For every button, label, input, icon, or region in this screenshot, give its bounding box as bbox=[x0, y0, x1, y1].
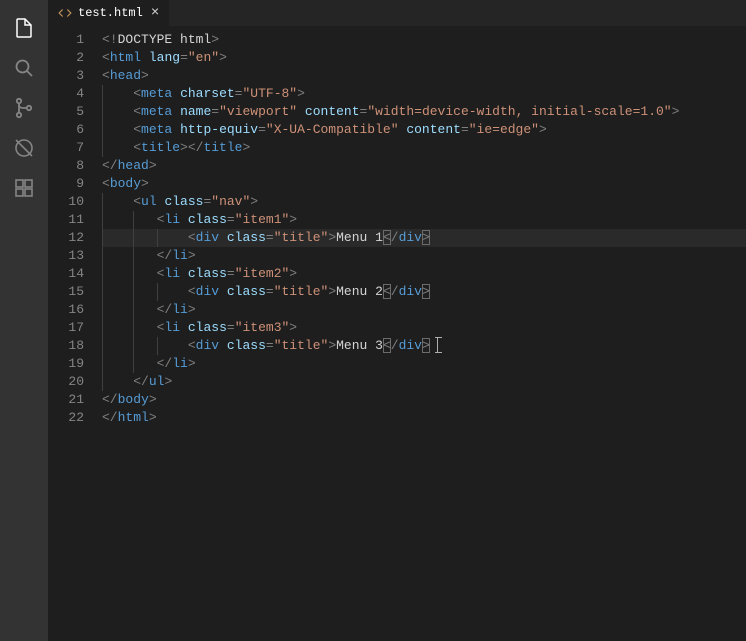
code-line[interactable]: <title></title> bbox=[102, 139, 746, 157]
code-line[interactable]: </html> bbox=[102, 409, 746, 427]
tab-test-html[interactable]: test.html × bbox=[48, 0, 170, 26]
tab-label: test.html bbox=[78, 6, 143, 20]
extensions-icon[interactable] bbox=[0, 168, 48, 208]
code-line[interactable]: <li class="item2"> bbox=[102, 265, 746, 283]
code-line[interactable]: <li class="item3"> bbox=[102, 319, 746, 337]
code-line[interactable]: <ul class="nav"> bbox=[102, 193, 746, 211]
code-line[interactable]: <!DOCTYPE html> bbox=[102, 31, 746, 49]
code-line[interactable]: <head> bbox=[102, 67, 746, 85]
code-line[interactable]: <meta http-equiv="X-UA-Compatible" conte… bbox=[102, 121, 746, 139]
code-line[interactable]: <div class="title">Menu 1</div> bbox=[102, 229, 746, 247]
debug-icon[interactable] bbox=[0, 128, 48, 168]
source-control-icon[interactable] bbox=[0, 88, 48, 128]
code-line[interactable]: <meta name="viewport" content="width=dev… bbox=[102, 103, 746, 121]
explorer-icon[interactable] bbox=[0, 8, 48, 48]
code-line[interactable]: <div class="title">Menu 2</div> bbox=[102, 283, 746, 301]
code-line[interactable]: <body> bbox=[102, 175, 746, 193]
code-line[interactable]: </li> bbox=[102, 301, 746, 319]
code-line[interactable]: </ul> bbox=[102, 373, 746, 391]
code-line[interactable]: </head> bbox=[102, 157, 746, 175]
code-line[interactable]: <html lang="en"> bbox=[102, 49, 746, 67]
file-code-icon bbox=[58, 6, 72, 20]
code-line[interactable]: <div class="title">Menu 3</div> bbox=[102, 337, 746, 355]
code-line[interactable]: <meta charset="UTF-8"> bbox=[102, 85, 746, 103]
close-icon[interactable]: × bbox=[149, 5, 159, 21]
code-line[interactable]: <li class="item1"> bbox=[102, 211, 746, 229]
editor-main: test.html × 1234567891011121314151617181… bbox=[48, 0, 746, 641]
code-line[interactable]: </li> bbox=[102, 247, 746, 265]
code-line[interactable]: </li> bbox=[102, 355, 746, 373]
line-gutter: 12345678910111213141516171819202122 bbox=[48, 27, 102, 641]
editor[interactable]: 12345678910111213141516171819202122 <!DO… bbox=[48, 26, 746, 641]
tab-bar: test.html × bbox=[48, 0, 746, 26]
code-line[interactable]: </body> bbox=[102, 391, 746, 409]
code-area[interactable]: <!DOCTYPE html><html lang="en"><head> <m… bbox=[102, 27, 746, 641]
search-icon[interactable] bbox=[0, 48, 48, 88]
activity-bar bbox=[0, 0, 48, 641]
